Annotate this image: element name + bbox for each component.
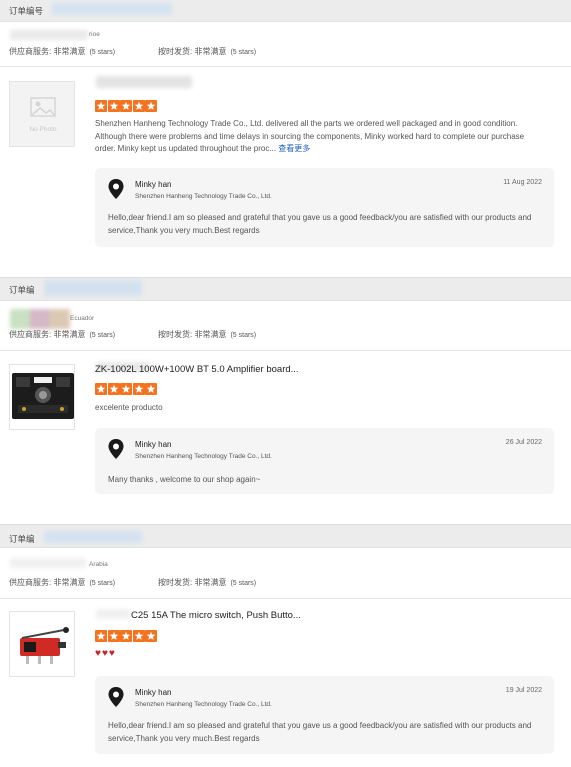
buyer-country: rioe bbox=[89, 31, 100, 38]
shipping-rating: 按时发货: 非常满意 bbox=[158, 330, 227, 339]
order-number-label: 订单编 bbox=[9, 285, 35, 295]
micro-switch-image bbox=[20, 627, 69, 664]
rating-stars bbox=[95, 100, 158, 112]
star-icon bbox=[145, 383, 157, 395]
supplier-service-rating: 供应商服务: 非常满意 bbox=[9, 330, 86, 339]
location-pin-icon bbox=[108, 179, 124, 199]
reply-date: 11 Aug 2022 bbox=[503, 179, 542, 186]
star-icon bbox=[107, 100, 120, 112]
star-icon bbox=[120, 100, 132, 112]
order-1-ratings: 供应商服务: 非常满意 (5 stars) 按时发货: 非常满意 (5 stars) bbox=[9, 46, 256, 57]
seller-name: Minky han bbox=[135, 180, 172, 189]
location-pin-icon bbox=[108, 687, 124, 707]
star-icon bbox=[95, 100, 107, 112]
order-header-1: 订单编号 bbox=[0, 0, 571, 22]
supplier-service-rating: 供应商服务: 非常满意 bbox=[9, 578, 86, 587]
reply-date: 26 Jul 2022 bbox=[505, 439, 542, 446]
seller-shop: Shenzhen Hanheng Technology Trade Co., L… bbox=[135, 193, 272, 200]
star-icon bbox=[120, 383, 132, 395]
seller-reply: Minky han Shenzhen Hanheng Technology Tr… bbox=[95, 428, 554, 494]
seller-name: Minky han bbox=[135, 688, 172, 697]
star-icon bbox=[107, 630, 120, 642]
reply-message: Many thanks , welcome to our shop again~ bbox=[108, 475, 261, 484]
shipping-stars-text: (5 stars) bbox=[230, 49, 257, 56]
no-photo-icon: No Photo bbox=[29, 97, 57, 133]
redacted-order-number bbox=[52, 3, 172, 15]
divider bbox=[0, 598, 571, 599]
redacted-order-number bbox=[44, 531, 142, 543]
rating-stars bbox=[95, 383, 158, 395]
star-icon bbox=[132, 630, 145, 642]
star-icon bbox=[132, 383, 145, 395]
reply-date: 19 Jul 2022 bbox=[505, 687, 542, 694]
product-thumbnail-amplifier[interactable] bbox=[9, 364, 75, 430]
buyer-country: Ecuador bbox=[70, 315, 95, 322]
reply-message: Hello,dear friend.I am so pleased and gr… bbox=[108, 721, 532, 743]
no-photo-label: No Photo bbox=[29, 126, 56, 133]
product-title[interactable]: ZK-1002L 100W+100W BT 5.0 Amplifier boar… bbox=[95, 364, 299, 375]
order-number-label: 订单编号 bbox=[9, 6, 44, 16]
location-pin-icon bbox=[108, 439, 124, 459]
star-icon bbox=[145, 100, 157, 112]
view-more-link[interactable]: 查看更多 bbox=[278, 144, 310, 153]
product-thumbnail-micro-switch[interactable] bbox=[9, 611, 75, 677]
buyer-country: Arabia bbox=[89, 561, 108, 568]
reply-message: Hello,dear friend.I am so pleased and gr… bbox=[108, 213, 532, 235]
supplier-service-stars-text: (5 stars) bbox=[89, 580, 116, 587]
seller-reply: Minky han Shenzhen Hanheng Technology Tr… bbox=[95, 676, 554, 754]
star-icon bbox=[95, 383, 107, 395]
order-header-2: 订单编 bbox=[0, 277, 571, 301]
rating-stars bbox=[95, 630, 158, 642]
seller-name: Minky han bbox=[135, 440, 172, 449]
redacted-buyer bbox=[10, 558, 86, 568]
shipping-stars-text: (5 stars) bbox=[230, 580, 257, 587]
shipping-stars-text: (5 stars) bbox=[230, 332, 257, 339]
review-text: excelente producto bbox=[95, 403, 163, 412]
shipping-rating: 按时发货: 非常满意 bbox=[158, 47, 227, 56]
redacted-order-number bbox=[44, 280, 142, 296]
redacted-buyer-avatar bbox=[10, 309, 70, 329]
star-icon bbox=[120, 630, 132, 642]
order-2-ratings: 供应商服务: 非常满意 (5 stars) 按时发货: 非常满意 (5 stars) bbox=[9, 329, 256, 340]
product-thumbnail-placeholder[interactable]: No Photo bbox=[9, 81, 75, 147]
supplier-service-rating: 供应商服务: 非常满意 bbox=[9, 47, 86, 56]
product-title[interactable]: C25 15A The micro switch, Push Butto... bbox=[131, 610, 301, 621]
redacted-buyer bbox=[10, 30, 88, 40]
heart-icon: ♥♥♥ bbox=[95, 648, 116, 659]
divider bbox=[0, 66, 571, 67]
shipping-rating: 按时发货: 非常满意 bbox=[158, 578, 227, 587]
star-icon bbox=[145, 630, 157, 642]
supplier-service-stars-text: (5 stars) bbox=[89, 332, 116, 339]
review-text: Shenzhen Hanheng Technology Trade Co., L… bbox=[95, 118, 527, 156]
seller-shop: Shenzhen Hanheng Technology Trade Co., L… bbox=[135, 453, 272, 460]
divider bbox=[0, 350, 571, 351]
redacted-title-prefix bbox=[96, 609, 130, 619]
seller-reply: Minky han Shenzhen Hanheng Technology Tr… bbox=[95, 168, 554, 247]
star-icon bbox=[107, 383, 120, 395]
order-3-ratings: 供应商服务: 非常满意 (5 stars) 按时发货: 非常满意 (5 stars) bbox=[9, 577, 256, 588]
order-number-label: 订单编 bbox=[9, 534, 35, 544]
star-icon bbox=[132, 100, 145, 112]
redacted-product-title bbox=[96, 76, 192, 88]
order-header-3: 订单编 bbox=[0, 524, 571, 548]
amplifier-board-image bbox=[12, 373, 74, 419]
seller-shop: Shenzhen Hanheng Technology Trade Co., L… bbox=[135, 701, 272, 708]
supplier-service-stars-text: (5 stars) bbox=[89, 49, 116, 56]
star-icon bbox=[95, 630, 107, 642]
